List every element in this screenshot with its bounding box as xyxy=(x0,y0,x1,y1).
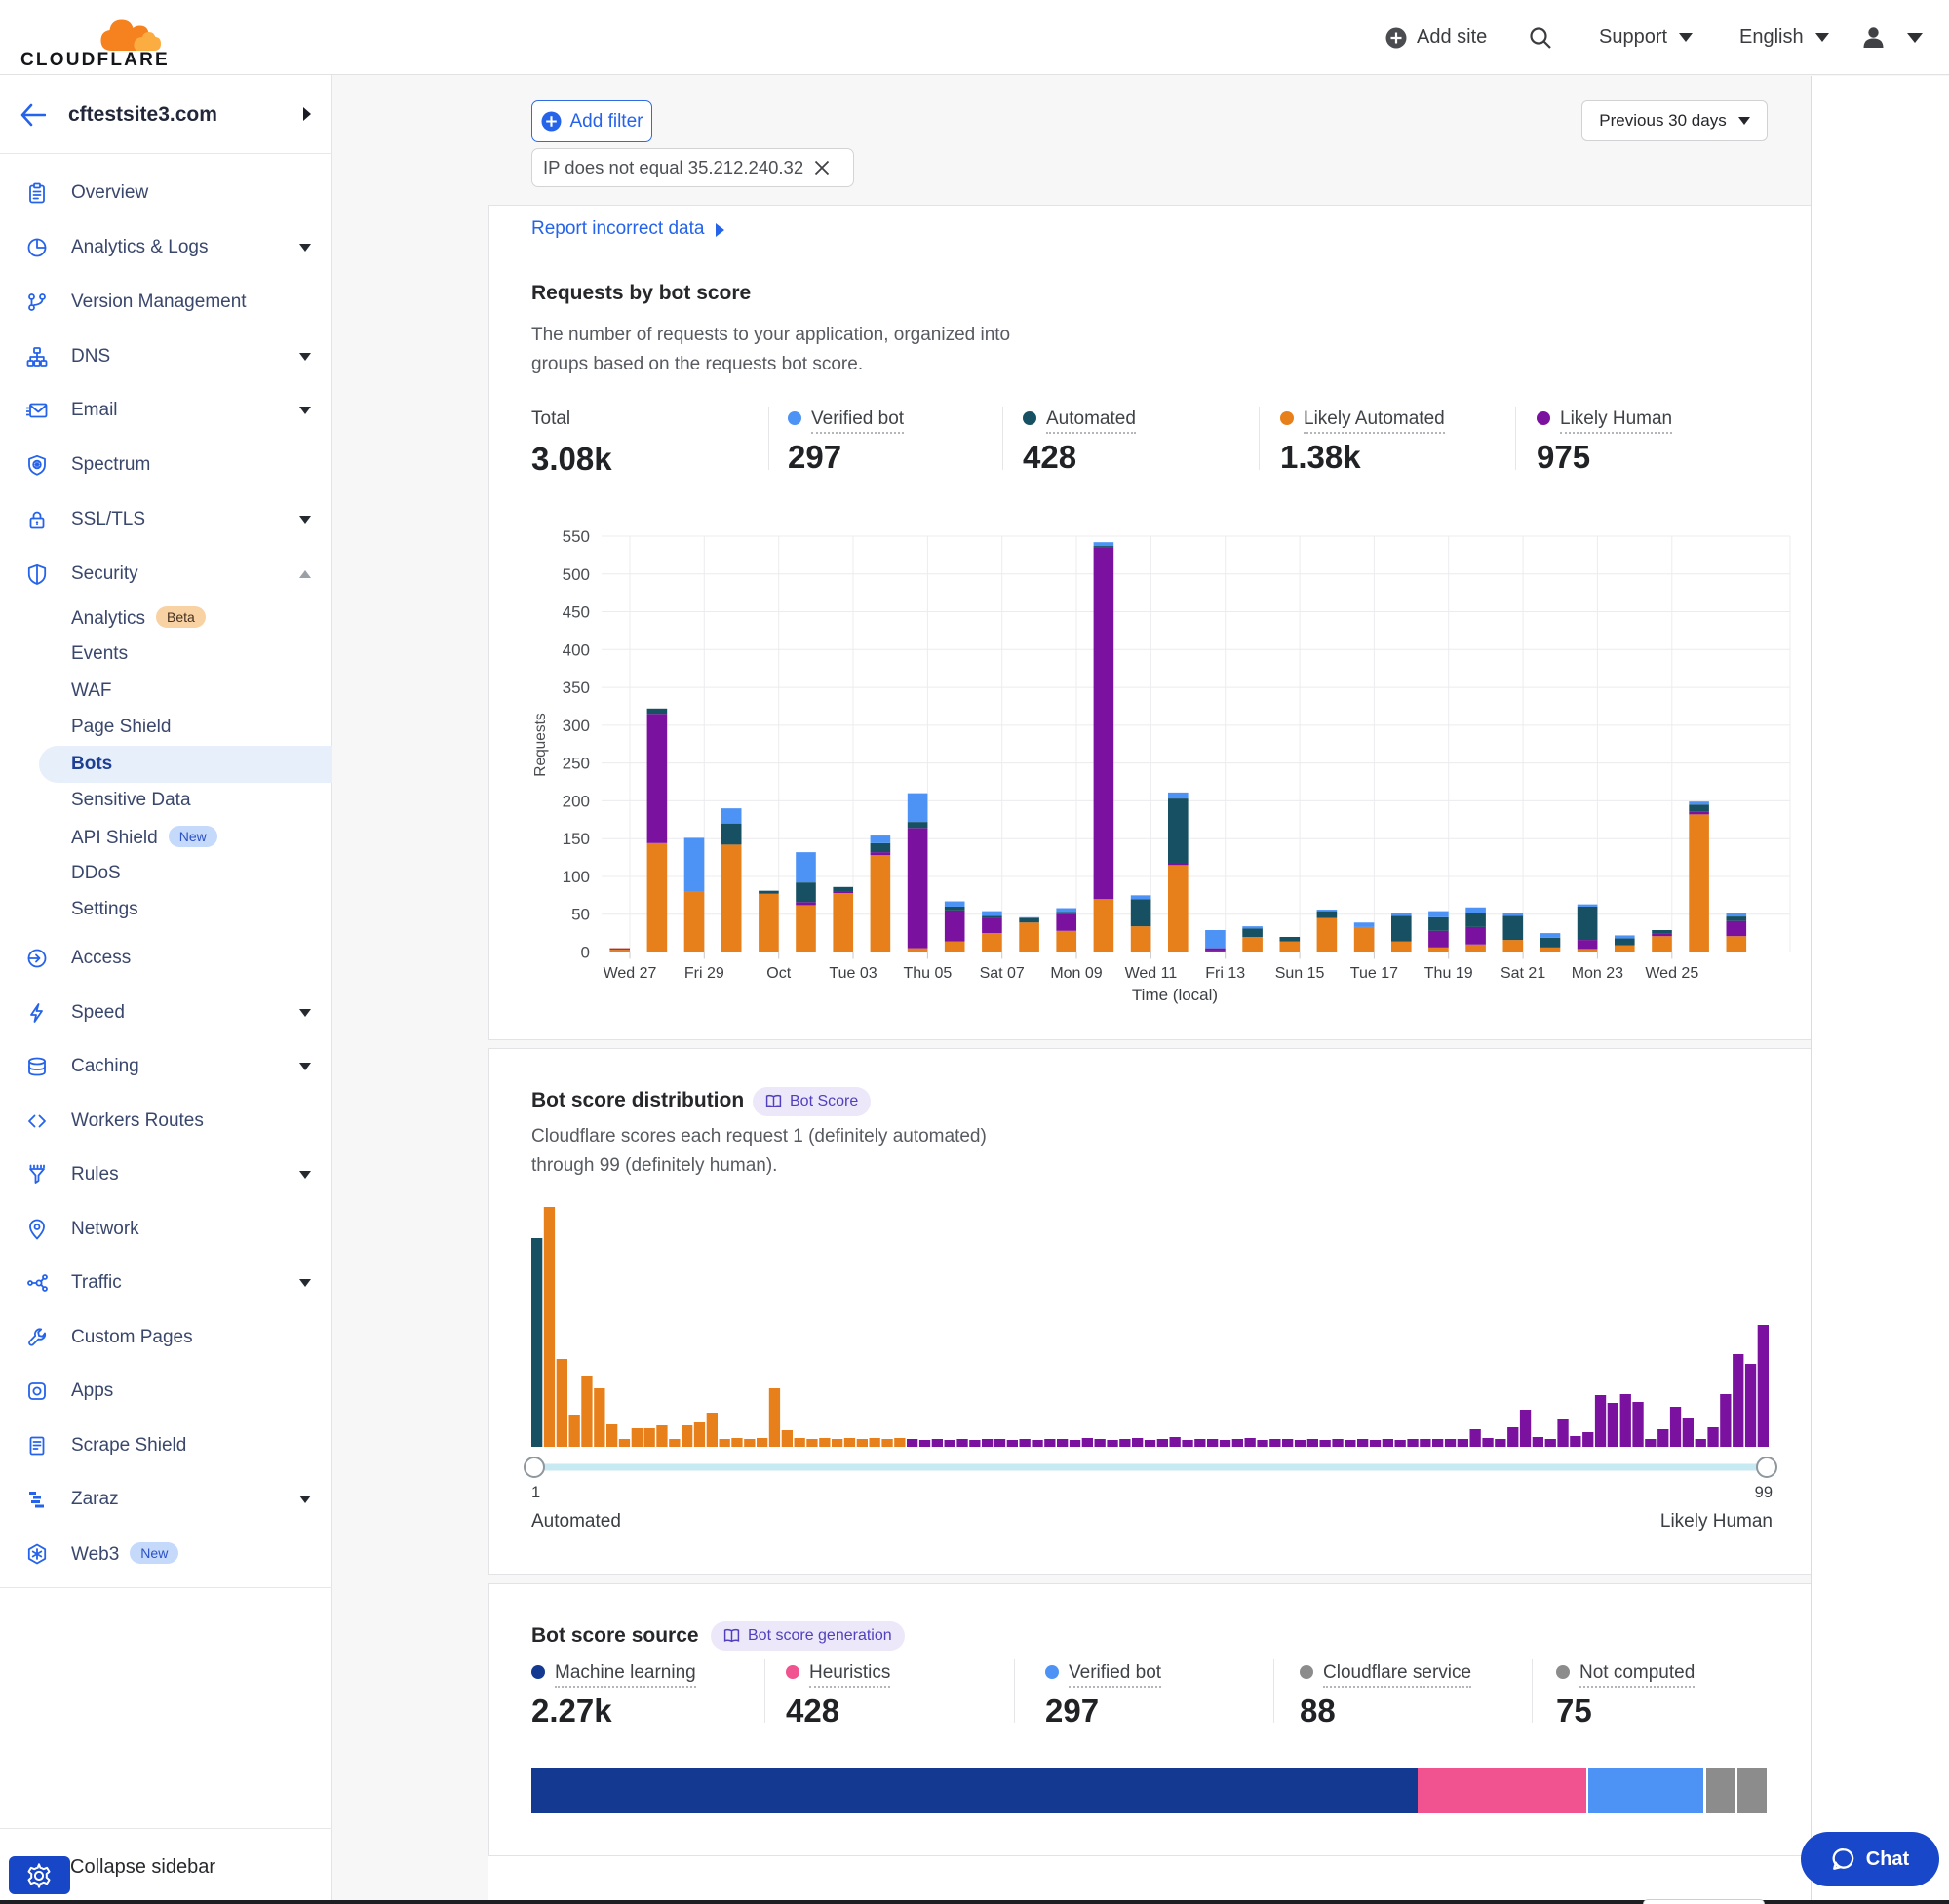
svg-text:300: 300 xyxy=(563,717,590,735)
svg-text:Sat 07: Sat 07 xyxy=(980,965,1025,982)
svg-text:Thu 05: Thu 05 xyxy=(903,965,952,982)
svg-text:Wed 25: Wed 25 xyxy=(1645,965,1698,982)
svg-text:Wed 27: Wed 27 xyxy=(604,965,657,982)
svg-text:400: 400 xyxy=(563,641,590,659)
svg-text:450: 450 xyxy=(563,603,590,622)
svg-text:99: 99 xyxy=(1755,1484,1773,1501)
svg-text:Time (local): Time (local) xyxy=(1132,986,1218,1004)
svg-text:200: 200 xyxy=(563,792,590,810)
svg-text:150: 150 xyxy=(563,830,590,848)
svg-text:Automated: Automated xyxy=(531,1511,621,1532)
svg-text:Fri 29: Fri 29 xyxy=(684,965,724,982)
svg-text:Mon 23: Mon 23 xyxy=(1572,965,1623,982)
svg-text:Mon 09: Mon 09 xyxy=(1050,965,1102,982)
svg-text:Thu 19: Thu 19 xyxy=(1424,965,1473,982)
svg-text:Sat 21: Sat 21 xyxy=(1501,965,1545,982)
svg-text:0: 0 xyxy=(581,944,590,962)
svg-text:Fri 13: Fri 13 xyxy=(1205,965,1245,982)
svg-text:Requests: Requests xyxy=(532,713,549,777)
svg-text:100: 100 xyxy=(563,868,590,886)
svg-text:Tue 03: Tue 03 xyxy=(829,965,877,982)
svg-text:Oct: Oct xyxy=(766,965,791,982)
svg-text:Sun 15: Sun 15 xyxy=(1275,965,1325,982)
svg-text:CLOUDFLARE: CLOUDFLARE xyxy=(20,50,170,69)
svg-text:1: 1 xyxy=(531,1484,540,1501)
svg-text:500: 500 xyxy=(563,565,590,584)
svg-text:250: 250 xyxy=(563,755,590,773)
svg-text:Wed 11: Wed 11 xyxy=(1125,965,1178,982)
svg-text:Likely Human: Likely Human xyxy=(1660,1511,1773,1532)
svg-text:50: 50 xyxy=(571,906,590,924)
svg-text:350: 350 xyxy=(563,679,590,697)
svg-text:Tue 17: Tue 17 xyxy=(1350,965,1398,982)
svg-text:550: 550 xyxy=(563,527,590,546)
